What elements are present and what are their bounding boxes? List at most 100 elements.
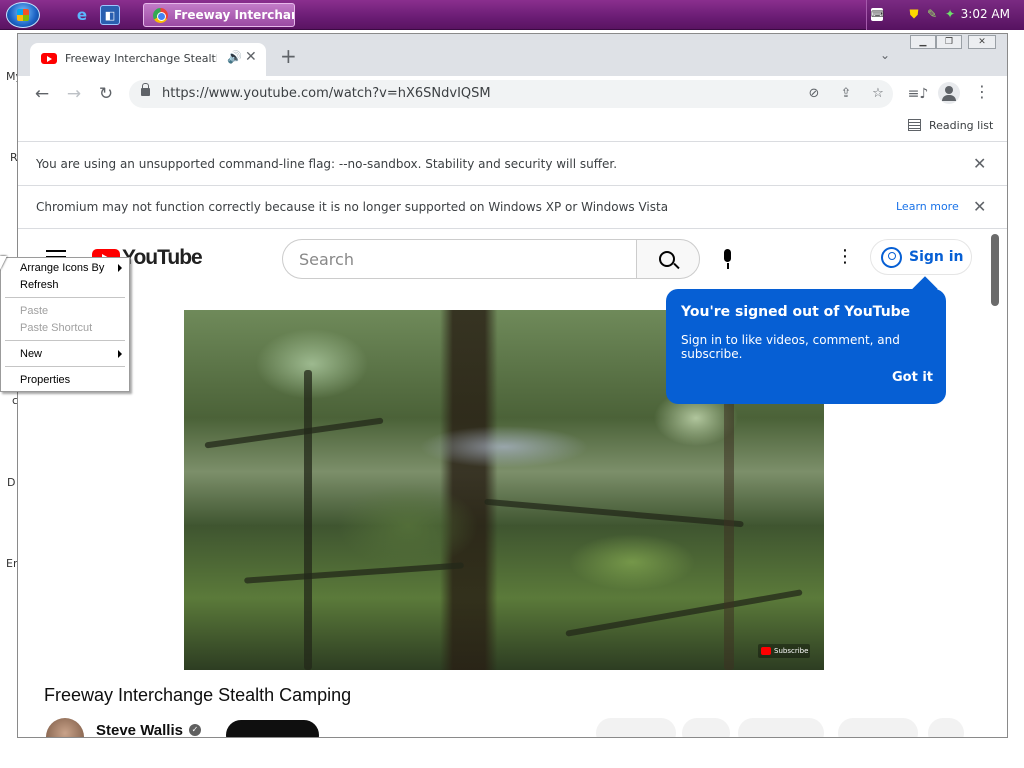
system-tray: ⌨ ⛊ ✎ ✦ 3:02 AM — [866, 0, 1024, 30]
clock[interactable]: 3:02 AM — [961, 7, 1010, 21]
safely-remove-icon[interactable]: ✦ — [943, 7, 957, 22]
more-actions-button[interactable] — [928, 718, 964, 737]
reload-button[interactable]: ↻ — [95, 83, 117, 105]
browser-window: Freeway Interchange Stealth Camping 🔊 ✕ … — [17, 33, 1008, 738]
tooltip-title: You're signed out of YouTube — [681, 304, 911, 320]
menu-item-refresh[interactable]: Refresh — [20, 277, 125, 293]
close-window-button[interactable]: ✕ — [968, 35, 996, 49]
youtube-favicon-icon — [41, 53, 57, 64]
keyboard-icon[interactable]: ⌨ — [871, 8, 884, 21]
page-scrollbar[interactable] — [991, 234, 999, 306]
like-button[interactable] — [596, 718, 676, 737]
menu-item-label: New — [20, 348, 43, 360]
infobar-message: You are using an unsupported command-lin… — [36, 157, 618, 171]
infobar-close-icon[interactable]: ✕ — [973, 154, 986, 173]
network-icon[interactable]: ✎ — [925, 7, 939, 22]
profile-avatar-icon[interactable] — [938, 82, 960, 104]
infobar-unsupported-os: Chromium may not function correctly beca… — [18, 186, 1007, 229]
infobar-message: Chromium may not function correctly beca… — [36, 200, 669, 214]
tab-search-chevron-icon[interactable]: ⌄ — [880, 48, 890, 62]
bookmark-star-icon[interactable]: ☆ — [869, 85, 887, 103]
start-button[interactable] — [6, 2, 40, 28]
reading-list-button[interactable]: Reading list — [908, 119, 993, 132]
submenu-arrow-icon — [118, 350, 122, 358]
reading-list-icon — [908, 119, 921, 131]
menu-item-properties[interactable]: Properties — [20, 372, 125, 388]
video-frame-branch — [204, 417, 384, 449]
menu-item-label: Paste Shortcut — [20, 322, 93, 334]
minimize-button[interactable]: ▁ — [910, 35, 936, 49]
security-shield-icon[interactable]: ⛊ — [907, 7, 921, 22]
menu-item-label: Properties — [20, 374, 71, 386]
taskbar: e ◧ Freeway Interchang... ⌨ ⛊ ✎ ✦ 3:02 A… — [0, 0, 1024, 30]
dislike-button[interactable] — [682, 718, 730, 737]
menu-separator — [5, 297, 125, 298]
show-desktop-icon[interactable]: ◧ — [100, 5, 120, 25]
menu-item-paste[interactable]: Paste — [20, 303, 125, 319]
signed-out-tooltip: You're signed out of YouTube Sign in to … — [666, 289, 946, 404]
menu-item-new[interactable]: New — [20, 346, 125, 362]
video-subscribe-watermark[interactable]: Subscribe — [758, 644, 810, 658]
tab-strip: Freeway Interchange Stealth Camping 🔊 ✕ … — [18, 34, 1007, 76]
tab-close-icon[interactable]: ✕ — [245, 49, 257, 65]
reading-list-label: Reading list — [929, 119, 994, 132]
save-button[interactable] — [838, 718, 918, 737]
eye-slash-icon[interactable]: ⊘ — [805, 85, 823, 103]
tab-title: Freeway Interchange Stealth Camping — [65, 52, 217, 65]
subscribe-button[interactable] — [226, 720, 319, 737]
restore-button[interactable]: ❐ — [936, 35, 962, 49]
video-frame-branch — [244, 562, 464, 584]
infobar-close-icon[interactable]: ✕ — [973, 197, 986, 216]
share-button[interactable] — [738, 718, 824, 737]
youtube-wordmark[interactable]: YouTube — [122, 246, 203, 270]
submenu-arrow-icon — [118, 264, 122, 272]
verified-check-icon: ✓ — [189, 724, 201, 736]
share-icon[interactable]: ⇪ — [837, 85, 855, 103]
desktop-context-menu: Arrange Icons By Refresh Paste Paste Sho… — [0, 257, 130, 392]
menu-item-label: Arrange Icons By — [20, 262, 105, 274]
browser-menu-icon[interactable]: ⋮ — [974, 82, 990, 101]
menu-item-paste-shortcut[interactable]: Paste Shortcut — [20, 320, 125, 336]
desktop-icon-label-er[interactable]: Er — [6, 557, 17, 570]
media-control-icon[interactable]: ≡♪ — [907, 83, 929, 105]
search-button[interactable] — [636, 239, 700, 279]
search-placeholder: Search — [299, 250, 354, 269]
infobar-unsupported-flag: You are using an unsupported command-lin… — [18, 143, 1007, 186]
channel-avatar[interactable] — [46, 718, 84, 737]
taskbar-button-label: Freeway Interchang... — [174, 8, 294, 22]
menu-item-label: Paste — [20, 305, 49, 317]
youtube-page: YouTube Search ⋮ Sign in Subscribe You'r… — [18, 230, 1007, 737]
video-title: Freeway Interchange Stealth Camping — [44, 685, 352, 705]
address-bar[interactable]: https://www.youtube.com/watch?v=hX6SNdvI… — [129, 80, 893, 108]
toolbar: ← → ↻ https://www.youtube.com/watch?v=hX… — [18, 76, 1007, 112]
internet-explorer-icon[interactable]: e — [72, 5, 92, 25]
forward-button[interactable]: → — [63, 83, 85, 105]
chromium-icon — [153, 8, 168, 23]
url-text[interactable]: https://www.youtube.com/watch?v=hX6SNdvI… — [162, 86, 491, 101]
speaker-icon[interactable]: 🔊 — [227, 50, 242, 64]
sign-in-button[interactable]: Sign in — [870, 239, 972, 275]
taskbar-button-browser[interactable]: Freeway Interchang... — [143, 3, 295, 27]
back-button[interactable]: ← — [31, 83, 53, 105]
account-circle-icon — [881, 247, 902, 268]
got-it-button[interactable]: Got it — [892, 370, 933, 385]
lock-icon[interactable] — [141, 83, 150, 96]
video-frame-trunk — [304, 370, 312, 670]
tooltip-body: Sign in to like videos, comment, and sub… — [681, 333, 900, 361]
menu-item-arrange-icons-by[interactable]: Arrange Icons By — [20, 260, 125, 276]
more-options-icon[interactable]: ⋮ — [836, 246, 854, 267]
menu-separator — [5, 340, 125, 341]
bookmarks-bar: Reading list — [18, 112, 1007, 142]
video-frame-branch — [484, 498, 744, 528]
sign-in-label: Sign in — [909, 249, 964, 265]
tab-youtube[interactable]: Freeway Interchange Stealth Camping 🔊 ✕ — [30, 43, 266, 76]
mouse-cursor-icon — [0, 256, 7, 270]
new-tab-button[interactable]: + — [280, 46, 297, 66]
video-frame-branch — [565, 589, 803, 637]
channel-name[interactable]: Steve Wallis — [96, 722, 183, 737]
search-input[interactable]: Search — [282, 239, 637, 279]
learn-more-link[interactable]: Learn more — [896, 200, 959, 213]
menu-item-label: Refresh — [20, 279, 59, 291]
microphone-icon[interactable] — [708, 239, 748, 279]
desktop-icon-label-d[interactable]: D — [7, 476, 15, 489]
